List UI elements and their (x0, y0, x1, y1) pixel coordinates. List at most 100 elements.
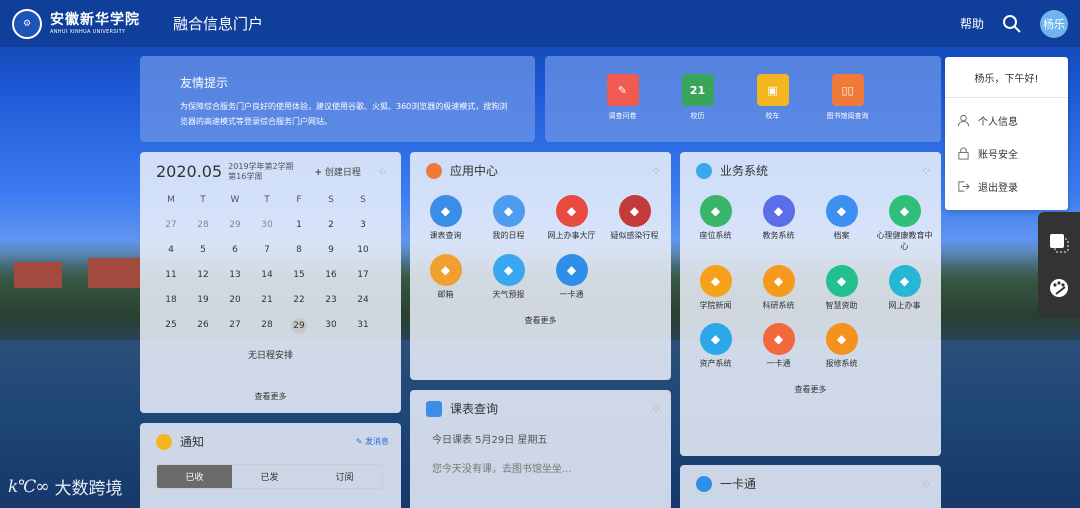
calendar-day[interactable]: 26 (187, 320, 219, 332)
biz-item[interactable]: ◆ 座位系统 (684, 195, 747, 253)
calendar-day[interactable]: 18 (155, 295, 187, 307)
calendar-day[interactable]: 30 (251, 220, 283, 232)
calendar-day[interactable]: 1 (283, 220, 315, 232)
biz-item[interactable]: ◆ 资产系统 (684, 323, 747, 370)
search-icon[interactable] (1002, 14, 1022, 34)
quick-link-library[interactable]: ▯▯ 图书馆阅查询 (810, 74, 885, 142)
calendar-day[interactable]: 15 (283, 270, 315, 282)
apps-item[interactable]: ◆ 一卡通 (540, 253, 603, 301)
biz-item[interactable]: ◆ 网上办事 (873, 264, 936, 312)
menu-item-profile[interactable]: 个人信息 (945, 104, 1068, 137)
calendar-day[interactable]: 28 (187, 220, 219, 232)
background-building (14, 262, 62, 288)
calendar-day[interactable]: 2 (315, 220, 347, 232)
calendar-day[interactable]: 10 (347, 245, 379, 257)
menu-item-logout[interactable]: 退出登录 (945, 170, 1068, 203)
calendar-day[interactable]: 19 (187, 295, 219, 307)
book-icon: ▯▯ (831, 74, 864, 106)
calendar-day[interactable]: 4 (155, 245, 187, 257)
create-schedule-label: 创建日程 (324, 168, 361, 179)
apps-item[interactable]: ◆ 疑似感染行程 (603, 195, 666, 242)
drag-handle-icon[interactable]: ⁘ (921, 477, 931, 491)
calendar-day[interactable]: 11 (155, 270, 187, 282)
calendar-day[interactable]: 27 (155, 220, 187, 232)
biz-item[interactable]: ◆ 教务系统 (747, 195, 810, 253)
apps-item[interactable]: ◆ 邮箱 (414, 253, 477, 301)
calendar-day[interactable]: 24 (347, 295, 379, 307)
drag-handle-icon[interactable]: ⁘ (377, 165, 387, 179)
calendar-day[interactable]: 29 (291, 318, 307, 335)
notice-title: 通知 (180, 435, 205, 449)
biz-item[interactable]: ◆ 学院新闻 (684, 264, 747, 312)
business-more-link[interactable]: 查看更多 (680, 384, 941, 395)
drag-handle-icon[interactable]: ⁘ (651, 164, 661, 178)
user-avatar[interactable]: 杨乐 (1040, 9, 1068, 38)
apps-item[interactable]: ◆ 课表查询 (414, 195, 477, 242)
biz-item[interactable]: ◆ 报修系统 (810, 323, 873, 370)
calendar-day[interactable]: 5 (187, 245, 219, 257)
copy-icon[interactable] (1048, 232, 1070, 254)
quick-link-calendar[interactable]: 21 校历 (660, 74, 735, 142)
calendar-more-link[interactable]: 查看更多 (140, 391, 401, 402)
apps-more-link[interactable]: 查看更多 (410, 315, 671, 326)
create-schedule-button[interactable]: + 创建日程 (315, 165, 361, 178)
course-schedule-icon (426, 400, 442, 417)
biz-item[interactable]: ◆ 一卡通 (747, 323, 810, 370)
calendar-day[interactable]: 9 (315, 245, 347, 257)
calendar-day[interactable]: 16 (315, 270, 347, 282)
calendar-day[interactable]: 28 (251, 320, 283, 332)
apps-item[interactable]: ◆ 天气预报 (477, 253, 540, 301)
biz-item-label: 智慧资助 (825, 300, 858, 310)
calendar-day[interactable]: 7 (251, 245, 283, 257)
drag-handle-icon[interactable]: ⁘ (651, 402, 661, 416)
calendar-day[interactable]: 27 (219, 320, 251, 332)
portal-title: 融合信息门户 (173, 15, 264, 33)
quick-link-label: 调查问卷 (608, 112, 637, 120)
send-message-button[interactable]: ✎ 发消息 (356, 436, 389, 447)
calendar-day[interactable]: 12 (187, 270, 219, 282)
tab-received[interactable]: 已收 (157, 465, 232, 488)
biz-item[interactable]: ◆ 档案 (810, 195, 873, 253)
app-center-title: 应用中心 (450, 164, 499, 178)
school-logo[interactable]: ⚙ 安徽新华学院 ANHUI XINHUA UNIVERSITY (12, 8, 157, 39)
weekday-label: S (360, 195, 366, 206)
biz-item[interactable]: ◆ 心理健康教育中心 (873, 195, 936, 253)
calendar-day[interactable]: 8 (283, 245, 315, 257)
biz-item-label: 学院新闻 (699, 300, 732, 310)
biz-item[interactable]: ◆ 科研系统 (747, 264, 810, 312)
calendar-day[interactable]: 29 (219, 220, 251, 232)
apps-item-icon: ◆ (492, 195, 525, 227)
calendar-day[interactable]: 23 (315, 295, 347, 307)
apps-item[interactable]: ◆ 网上办事大厅 (540, 195, 603, 242)
drag-handle-icon[interactable]: ⁘ (921, 164, 931, 178)
calendar-day[interactable]: 21 (251, 295, 283, 307)
biz-item-icon: ◆ (699, 323, 732, 356)
calendar-day[interactable]: 22 (283, 295, 315, 307)
calendar-day[interactable]: 13 (219, 270, 251, 282)
calendar-day[interactable]: 31 (347, 320, 379, 332)
palette-icon[interactable] (1048, 277, 1070, 299)
today-course-date: 今日课表 5月29日 星期五 (432, 435, 548, 446)
calendar-day[interactable]: 6 (219, 245, 251, 257)
calendar-day[interactable]: 14 (251, 270, 283, 282)
calendar-day[interactable]: 20 (219, 295, 251, 307)
quick-links-panel: ✎ 调查问卷 21 校历 ▣ 校车 ▯▯ 图书馆阅查询 (545, 56, 941, 142)
calendar-day[interactable]: 30 (315, 320, 347, 332)
tab-subscribed[interactable]: 订阅 (307, 465, 382, 488)
help-link[interactable]: 帮助 (960, 15, 984, 32)
app-grid: ◆ 课表查询 ◆ 我的日程 ◆ 网上办事大厅 ◆ 疑似感染行程 ◆ 邮箱 ◆ 天气预报 ◆ 一卡通 (414, 195, 671, 301)
tab-sent[interactable]: 已发 (232, 465, 307, 488)
apps-item[interactable]: ◆ 我的日程 (477, 195, 540, 242)
calendar-day[interactable]: 17 (347, 270, 379, 282)
quick-link-bus[interactable]: ▣ 校车 (735, 74, 810, 142)
quick-link-survey[interactable]: ✎ 调查问卷 (585, 74, 660, 142)
calendar-day[interactable]: 25 (155, 320, 187, 332)
business-system-title: 业务系统 (720, 164, 769, 178)
biz-item[interactable]: ◆ 智慧资助 (810, 264, 873, 312)
calendar-day[interactable]: 3 (347, 220, 379, 232)
top-navigation-bar: ⚙ 安徽新华学院 ANHUI XINHUA UNIVERSITY 融合信息门户 … (0, 0, 1080, 47)
app-center-panel: 应用中心 ⁘ ◆ 课表查询 ◆ 我的日程 ◆ 网上办事大厅 ◆ 疑似感染行程 ◆ 邮箱 ◆ 天气预报 ◆… (410, 152, 671, 380)
no-course-message: 您今天没有课，去图书馆坐坐... (432, 464, 572, 475)
quick-link-label: 校车 (765, 112, 780, 120)
menu-item-security[interactable]: 账号安全 (945, 137, 1068, 170)
